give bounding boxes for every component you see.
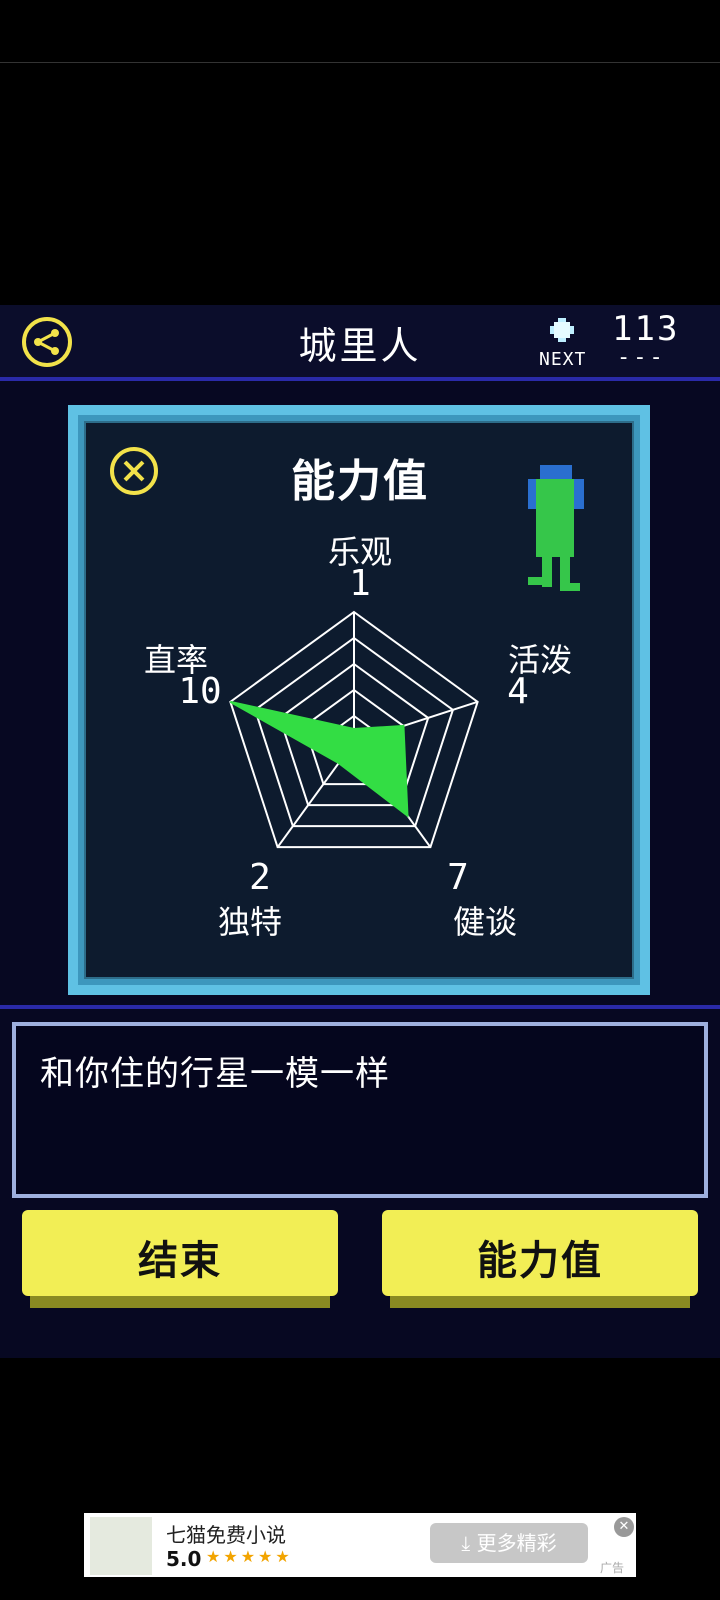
download-icon: ⤓ xyxy=(461,1531,477,1555)
status-divider xyxy=(0,62,720,63)
stat-value-optimism: 1 xyxy=(349,563,371,604)
ad-cta-button[interactable]: ⤓ 更多精彩 xyxy=(430,1523,588,1563)
ad-rating: 5.0 xyxy=(166,1547,202,1571)
stat-value-frank: 10 xyxy=(178,671,222,712)
stat-value-lively: 4 xyxy=(507,671,529,712)
dialog-box: 和你住的行星一模一样 xyxy=(12,1022,708,1198)
stat-value-talkative: 7 xyxy=(447,857,469,898)
ad-cta-label: 更多精彩 xyxy=(476,1531,557,1555)
ad-tag: 广告 xyxy=(600,1561,625,1575)
radar-value-area xyxy=(229,700,409,818)
ad-stars-icon: ★★★★★ xyxy=(206,1547,293,1566)
panel-divider xyxy=(0,1005,720,1009)
ad-thumbnail xyxy=(90,1517,152,1575)
end-button-label: 结束 xyxy=(138,1238,222,1284)
stat-value-unique: 2 xyxy=(249,857,271,898)
stats-button-label: 能力值 xyxy=(477,1238,603,1284)
stat-label-talkative: 健谈 xyxy=(452,903,517,941)
stat-label-unique: 独特 xyxy=(217,903,282,941)
ad-banner[interactable]: 七猫免费小说 5.0 ★★★★★ ⤓ 更多精彩 ✕ 广告 xyxy=(84,1513,636,1577)
game-screen: 城里人 NEXT 113 --- 能力值 乐观 1 活泼 4 7 健谈 2 独特 xyxy=(0,305,720,1358)
ad-app-name: 七猫免费小说 xyxy=(166,1523,286,1547)
stats-button[interactable]: 能力值 xyxy=(382,1210,698,1310)
dialog-text: 和你住的行星一模一样 xyxy=(40,1054,390,1094)
radar-chart xyxy=(229,610,479,849)
end-button[interactable]: 结束 xyxy=(22,1210,338,1310)
ad-close-icon[interactable]: ✕ xyxy=(614,1517,634,1537)
